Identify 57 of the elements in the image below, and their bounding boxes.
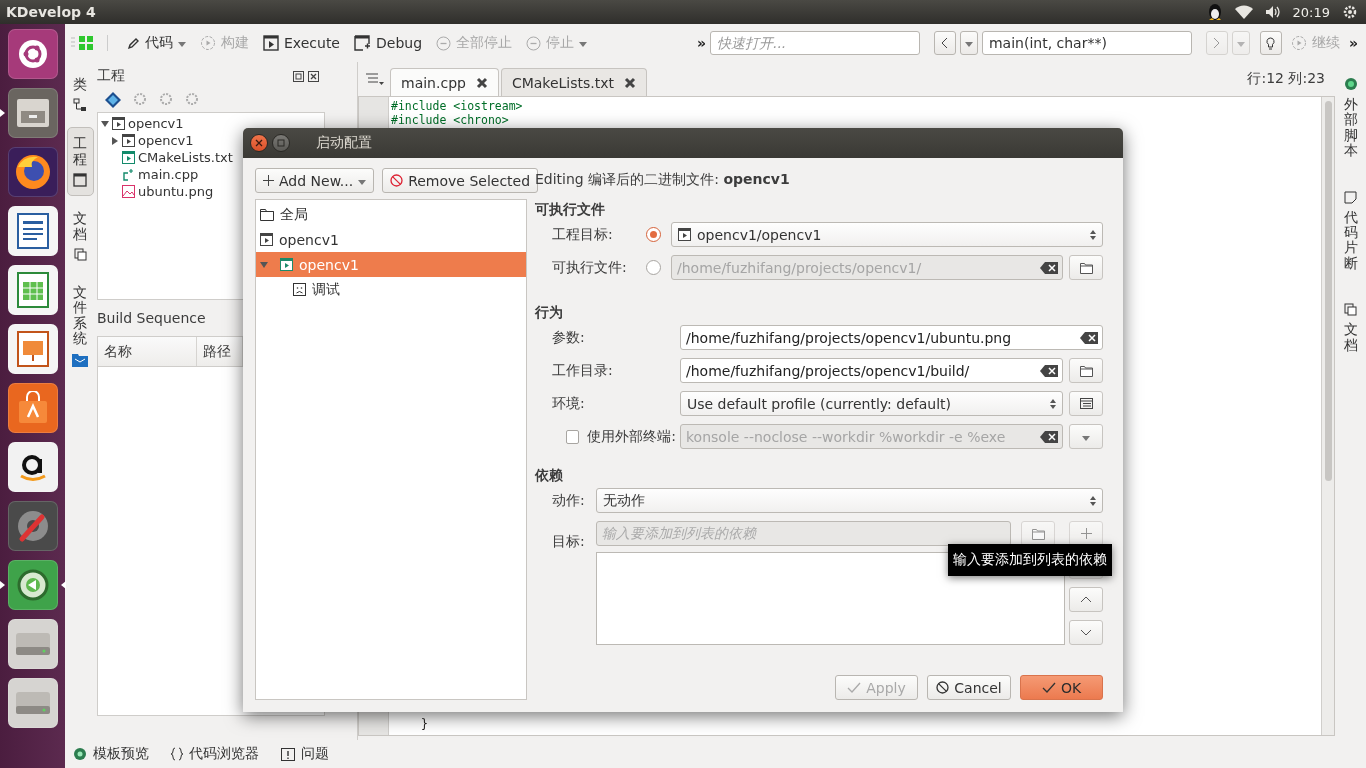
dialog-title: 启动配置 bbox=[316, 134, 372, 152]
combo-box[interactable]: 无动作 bbox=[596, 488, 1103, 513]
side-tab[interactable]: 外部脚本 bbox=[1337, 68, 1364, 168]
field-label: 工作目录: bbox=[552, 361, 614, 380]
code-line: #include <chrono> bbox=[391, 113, 509, 127]
config-item[interactable]: 调试 bbox=[256, 277, 526, 302]
side-tab[interactable]: 代码片断 bbox=[1337, 181, 1364, 281]
more-icon[interactable]: » bbox=[696, 35, 706, 51]
code-line: #include <iostream> bbox=[391, 99, 523, 113]
more-icon[interactable]: » bbox=[1348, 35, 1358, 51]
cancel-button[interactable]: Cancel bbox=[927, 675, 1011, 700]
side-tab[interactable]: 文件系统 bbox=[66, 275, 94, 376]
toolbar-button[interactable]: Debug bbox=[349, 32, 428, 54]
field-label: 动作: bbox=[552, 491, 586, 510]
side-tab[interactable]: 工程 bbox=[66, 127, 94, 197]
clock-text: 20:19 bbox=[1292, 4, 1330, 20]
add-new-button[interactable]: Add New... bbox=[255, 168, 375, 193]
text-field[interactable]: /home/fuzhifang/projects/opencv1/ubuntu.png bbox=[680, 325, 1103, 350]
ok-button[interactable]: OK bbox=[1020, 675, 1103, 700]
section-title: 行为 bbox=[535, 303, 564, 322]
section-title: 可执行文件 bbox=[535, 200, 606, 219]
status-tab[interactable]: 问题 bbox=[281, 745, 329, 763]
field-label: 使用外部终端: bbox=[587, 427, 676, 446]
toolbar-button[interactable]: Execute bbox=[258, 33, 345, 53]
status-tab[interactable]: 模板预览 bbox=[73, 745, 149, 763]
field-label: 工程目标: bbox=[552, 225, 614, 244]
field-label: 参数: bbox=[552, 328, 586, 347]
context-field[interactable]: main(int, char**) bbox=[981, 31, 1192, 55]
field-label: 环境: bbox=[552, 394, 586, 413]
tooltip: 输入要添加到列表的依赖 bbox=[948, 544, 1112, 576]
side-tab[interactable]: 类 bbox=[66, 68, 94, 122]
panel-title: 工程 bbox=[97, 67, 126, 85]
config-item[interactable]: opencv1 bbox=[256, 227, 526, 252]
combo-box[interactable]: opencv1/opencv1 bbox=[671, 222, 1103, 247]
side-tab[interactable]: 文档 bbox=[1337, 294, 1364, 362]
editor-tab[interactable]: CMakeLists.txt bbox=[500, 68, 648, 96]
quick-open-field[interactable]: 快速打开... bbox=[709, 31, 920, 55]
tree-item[interactable]: ubuntu.png bbox=[138, 184, 214, 199]
field-label: 目标: bbox=[552, 533, 586, 551]
text-field[interactable]: /home/fuzhifang/projects/opencv1/build/ bbox=[680, 358, 1063, 383]
code-line: } bbox=[421, 717, 428, 731]
window-title: KDevelop 4 bbox=[6, 4, 97, 20]
field-label: 可执行文件: bbox=[552, 258, 628, 277]
cursor-position: 行:12 列:23 bbox=[1247, 70, 1325, 88]
editor-tab[interactable]: main.cpp bbox=[390, 68, 499, 96]
section-title: Build Sequence bbox=[97, 309, 207, 328]
tree-item[interactable]: main.cpp bbox=[138, 167, 199, 182]
section-title: 依赖 bbox=[535, 466, 564, 485]
tree-item[interactable]: opencv1 bbox=[138, 133, 194, 148]
side-tab[interactable]: 文档 bbox=[66, 202, 94, 270]
tree-item[interactable]: opencv1 bbox=[128, 116, 184, 131]
column-header[interactable]: 名称 bbox=[98, 337, 197, 366]
status-tab[interactable]: 代码浏览器 bbox=[171, 745, 259, 763]
combo-box[interactable]: Use default profile (currently: default) bbox=[680, 391, 1063, 416]
config-item[interactable]: 全局 bbox=[256, 202, 526, 227]
toolbar-button[interactable]: 代码 bbox=[122, 32, 191, 54]
tree-item[interactable]: CMakeLists.txt bbox=[138, 150, 233, 165]
